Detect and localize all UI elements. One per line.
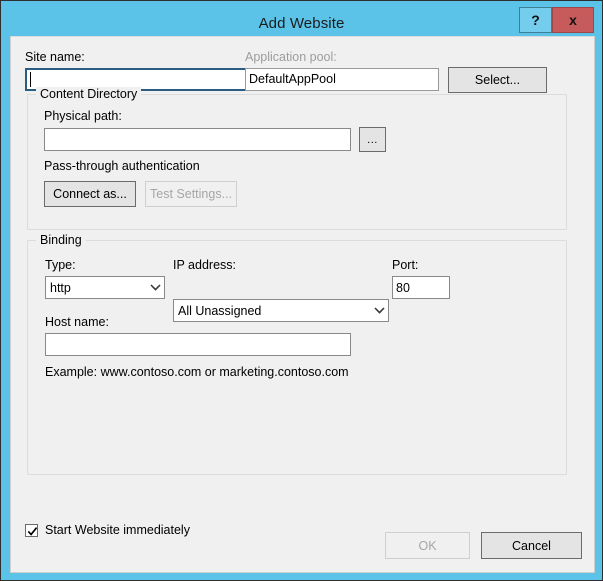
chevron-down-icon <box>146 277 164 298</box>
application-pool-label: Application pool: <box>245 50 337 64</box>
content-directory-group-title: Content Directory <box>36 87 141 101</box>
port-input[interactable] <box>392 276 450 299</box>
application-pool-value: DefaultAppPool <box>245 68 439 91</box>
add-website-dialog: Add Website ? x Site name: Application p… <box>0 0 603 581</box>
host-name-label: Host name: <box>45 315 109 329</box>
physical-path-label: Physical path: <box>44 109 122 123</box>
dialog-client-area: Site name: Application pool: DefaultAppP… <box>10 36 595 573</box>
test-settings-button: Test Settings... <box>145 181 237 207</box>
cancel-button[interactable]: Cancel <box>481 532 582 559</box>
help-icon-button[interactable]: ? <box>519 7 552 33</box>
close-icon-button[interactable]: x <box>552 7 594 33</box>
chevron-down-icon <box>370 300 388 321</box>
content-directory-group: Content Directory Physical path: ... Pas… <box>27 94 567 230</box>
checkmark-icon <box>27 526 38 537</box>
title-bar[interactable]: Add Website ? x <box>9 9 594 37</box>
pass-through-authentication-status: Pass-through authentication <box>44 159 200 173</box>
physical-path-input[interactable] <box>44 128 351 151</box>
binding-type-value: http <box>46 281 146 295</box>
site-name-label: Site name: <box>25 50 85 64</box>
ip-address-label: IP address: <box>173 258 236 272</box>
ip-address-select[interactable]: All Unassigned <box>173 299 389 322</box>
browse-physical-path-button[interactable]: ... <box>359 127 386 152</box>
connect-as-button[interactable]: Connect as... <box>44 181 136 207</box>
start-website-immediately-checkbox[interactable] <box>25 524 38 537</box>
binding-group-title: Binding <box>36 233 86 247</box>
window-title: Add Website <box>259 15 345 32</box>
start-website-immediately-label: Start Website immediately <box>45 523 190 537</box>
binding-type-label: Type: <box>45 258 76 272</box>
start-website-immediately-checkbox-row[interactable]: Start Website immediately <box>25 523 190 537</box>
caption-button-group: ? x <box>519 7 594 33</box>
select-app-pool-button[interactable]: Select... <box>448 67 547 93</box>
text-caret <box>30 72 31 87</box>
port-label: Port: <box>392 258 418 272</box>
ok-button: OK <box>385 532 470 559</box>
binding-group: Binding Type: http IP address: All Unass… <box>27 240 567 475</box>
host-name-example-text: Example: www.contoso.com or marketing.co… <box>45 365 349 379</box>
binding-type-select[interactable]: http <box>45 276 165 299</box>
host-name-input[interactable] <box>45 333 351 356</box>
ip-address-value: All Unassigned <box>174 304 370 318</box>
